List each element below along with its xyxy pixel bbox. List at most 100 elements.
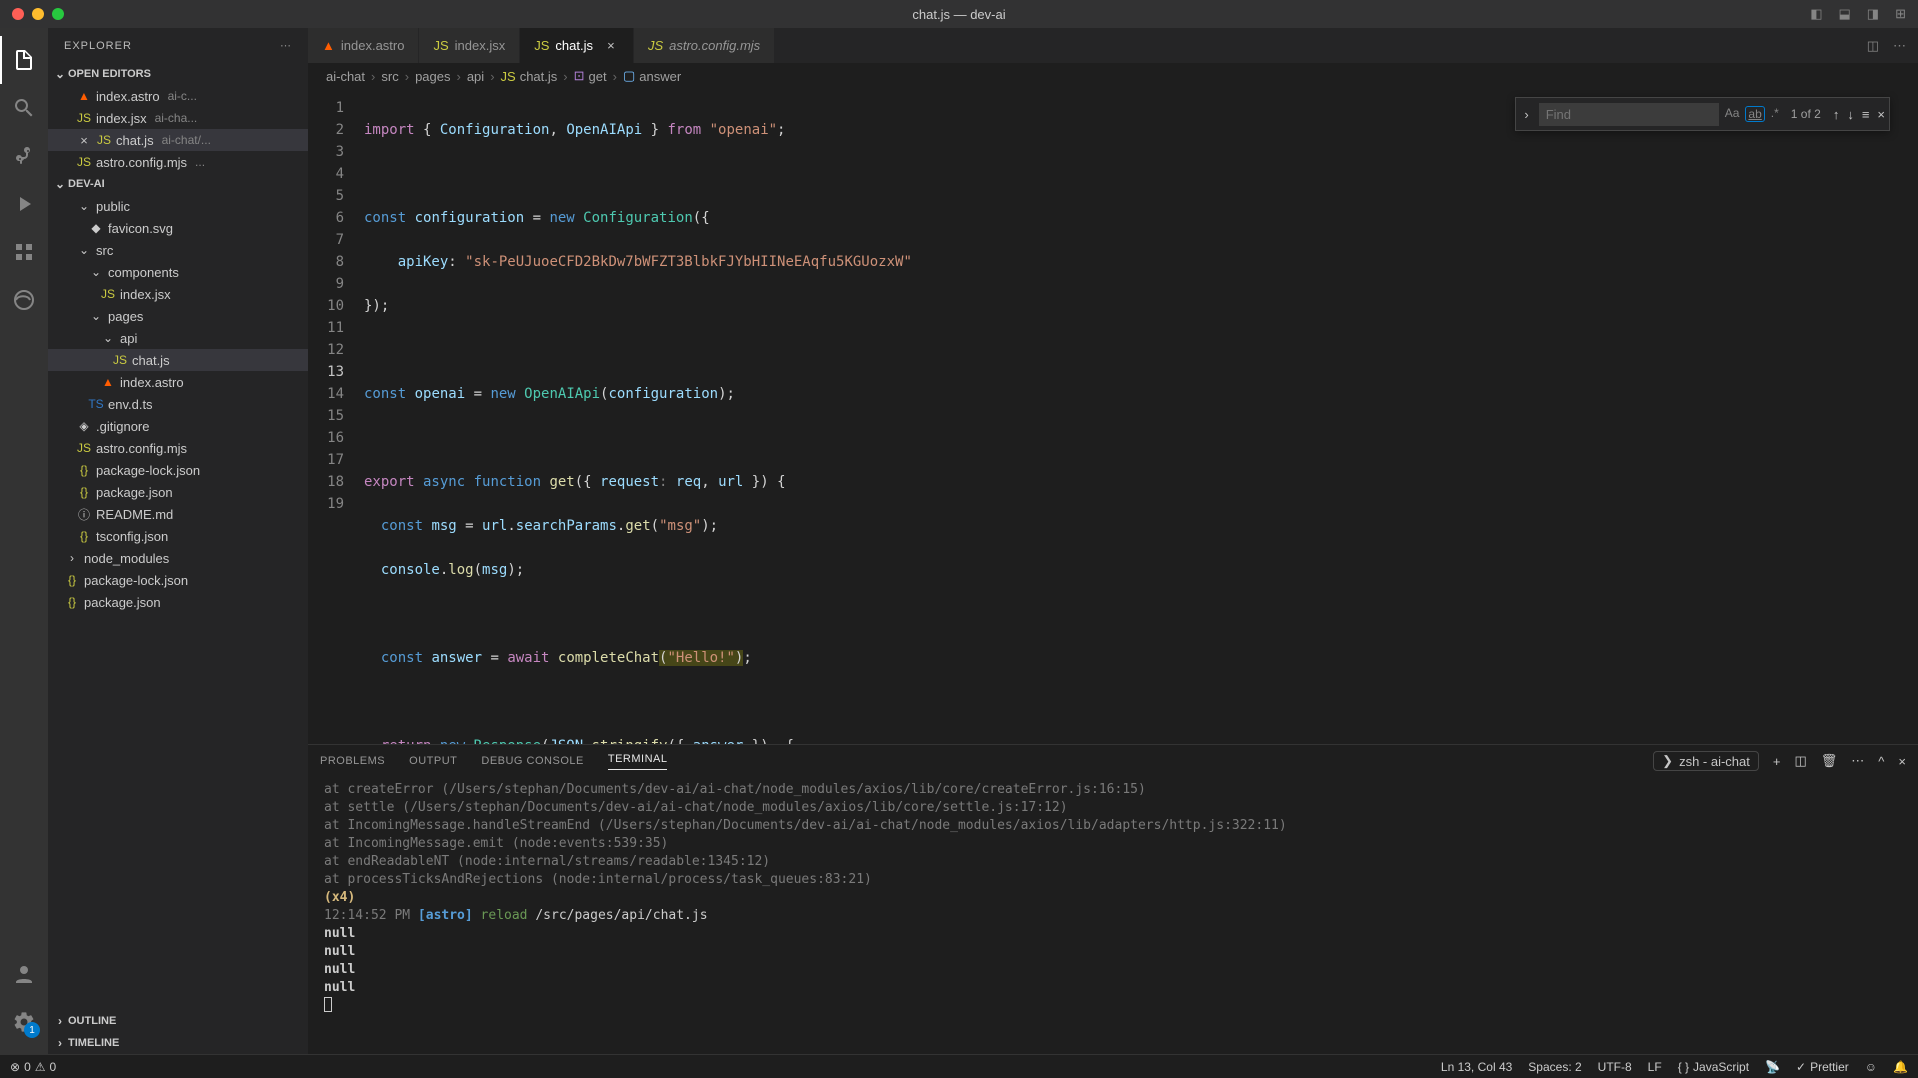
minimize-window-button[interactable] xyxy=(32,8,44,20)
file-item[interactable]: {}package.json xyxy=(48,481,308,503)
code-editor[interactable]: › Aa ab .* 1 of 2 ↑ ↓ ≡ × 123456 xyxy=(308,89,1918,744)
kill-terminal-icon[interactable]: 🗑 xyxy=(1821,753,1838,769)
status-bell[interactable]: 🔔 xyxy=(1893,1060,1908,1074)
maximize-panel-icon[interactable]: ^ xyxy=(1878,754,1884,769)
terminal-tab[interactable]: TERMINAL xyxy=(608,753,668,770)
code-content[interactable]: import { Configuration, OpenAIApi } from… xyxy=(364,89,1918,744)
file-name: favicon.svg xyxy=(108,221,173,236)
chevron-right-icon: › xyxy=(52,1014,68,1028)
close-panel-icon[interactable]: × xyxy=(1898,754,1906,769)
chevron-right-icon: › xyxy=(52,1036,68,1050)
file-item[interactable]: JSastro.config.mjs xyxy=(48,437,308,459)
file-item[interactable]: TSenv.d.ts xyxy=(48,393,308,415)
match-case-icon[interactable]: Aa xyxy=(1725,106,1740,122)
run-debug-activity[interactable] xyxy=(0,180,48,228)
terminal-shell-select[interactable]: ❯ zsh - ai-chat xyxy=(1653,751,1759,771)
info-icon: ⓘ xyxy=(76,506,92,523)
close-window-button[interactable] xyxy=(12,8,24,20)
file-item[interactable]: {}tsconfig.json xyxy=(48,525,308,547)
extensions-activity[interactable] xyxy=(0,228,48,276)
explorer-more-icon[interactable]: ⋯ xyxy=(280,39,292,52)
file-item[interactable]: JSchat.js xyxy=(48,349,308,371)
close-icon[interactable]: × xyxy=(603,38,619,53)
status-prettier[interactable]: ✓ Prettier xyxy=(1796,1060,1849,1074)
file-item[interactable]: {}package.json xyxy=(48,591,308,613)
source-control-activity[interactable] xyxy=(0,132,48,180)
file-name: README.md xyxy=(96,507,173,522)
panel-left-icon[interactable]: ◧ xyxy=(1810,6,1822,22)
problems-tab[interactable]: PROBLEMS xyxy=(320,755,385,767)
variable-icon: ▢ xyxy=(623,68,635,84)
status-language[interactable]: { } JavaScript xyxy=(1678,1060,1749,1074)
find-close-icon[interactable]: × xyxy=(1877,107,1885,122)
tab-index-jsx[interactable]: JS index.jsx xyxy=(419,28,520,63)
file-item[interactable]: ▲index.astro xyxy=(48,371,308,393)
breadcrumb-item[interactable]: api xyxy=(467,69,484,84)
timeline-section[interactable]: › TIMELINE xyxy=(48,1032,308,1054)
more-actions-icon[interactable]: ⋯ xyxy=(1893,38,1906,54)
split-terminal-icon[interactable]: ◫ xyxy=(1794,753,1806,769)
find-prev-icon[interactable]: ↑ xyxy=(1833,107,1840,122)
open-editors-section[interactable]: ⌄ OPEN EDITORS xyxy=(48,63,308,85)
file-item[interactable]: ◆favicon.svg xyxy=(48,217,308,239)
project-section[interactable]: ⌄ DEV-AI xyxy=(48,173,308,195)
edge-activity[interactable] xyxy=(0,276,48,324)
status-spaces[interactable]: Spaces: 2 xyxy=(1528,1060,1581,1074)
status-errors[interactable]: ⊗0 ⚠0 xyxy=(10,1060,56,1074)
file-item[interactable]: JSindex.jsx xyxy=(48,283,308,305)
explorer-activity[interactable] xyxy=(0,36,48,84)
status-encoding[interactable]: UTF-8 xyxy=(1598,1060,1632,1074)
regex-icon[interactable]: .* xyxy=(1771,106,1779,122)
breadcrumb-item[interactable]: ai-chat xyxy=(326,69,365,84)
output-tab[interactable]: OUTPUT xyxy=(409,755,457,767)
find-input[interactable] xyxy=(1539,103,1719,126)
folder-item[interactable]: ⌄pages xyxy=(48,305,308,327)
split-editor-icon[interactable]: ◫ xyxy=(1867,38,1879,54)
debug-console-tab[interactable]: DEBUG CONSOLE xyxy=(481,755,583,767)
maximize-window-button[interactable] xyxy=(52,8,64,20)
find-next-icon[interactable]: ↓ xyxy=(1847,107,1854,122)
layout-icon[interactable]: ⊞ xyxy=(1895,6,1906,22)
search-activity[interactable] xyxy=(0,84,48,132)
status-eol[interactable]: LF xyxy=(1648,1060,1662,1074)
status-go-live[interactable]: 📡 xyxy=(1765,1060,1780,1074)
file-item[interactable]: {}package-lock.json xyxy=(48,569,308,591)
terminal-output[interactable]: at createError (/Users/stephan/Documents… xyxy=(308,777,1918,1054)
file-name: chat.js xyxy=(116,133,154,148)
new-terminal-icon[interactable]: + xyxy=(1773,754,1781,769)
open-editor-item[interactable]: ▲ index.astro ai-c... xyxy=(48,85,308,107)
match-word-icon[interactable]: ab xyxy=(1745,106,1764,122)
file-name: astro.config.mjs xyxy=(96,155,187,170)
folder-item[interactable]: ⌄src xyxy=(48,239,308,261)
breadcrumb-item[interactable]: chat.js xyxy=(520,69,558,84)
breadcrumb-item[interactable]: answer xyxy=(639,69,681,84)
open-editor-item[interactable]: JS index.jsx ai-cha... xyxy=(48,107,308,129)
breadcrumbs[interactable]: ai-chat› src› pages› api› JS chat.js› ⊡ … xyxy=(308,63,1918,89)
breadcrumb-item[interactable]: src xyxy=(381,69,398,84)
find-selection-icon[interactable]: ≡ xyxy=(1862,107,1870,122)
tab-index-astro[interactable]: ▲ index.astro xyxy=(308,28,419,63)
accounts-activity[interactable] xyxy=(0,950,48,998)
status-position[interactable]: Ln 13, Col 43 xyxy=(1441,1060,1512,1074)
settings-activity[interactable]: 1 xyxy=(0,998,48,1046)
breadcrumb-item[interactable]: get xyxy=(589,69,607,84)
folder-item[interactable]: ⌄public xyxy=(48,195,308,217)
breadcrumb-item[interactable]: pages xyxy=(415,69,450,84)
outline-section[interactable]: › OUTLINE xyxy=(48,1010,308,1032)
folder-item[interactable]: ⌄components xyxy=(48,261,308,283)
status-feedback[interactable]: ☺ xyxy=(1865,1060,1877,1074)
panel-right-icon[interactable]: ◨ xyxy=(1867,6,1879,22)
close-icon[interactable]: × xyxy=(76,133,92,148)
file-item[interactable]: {}package-lock.json xyxy=(48,459,308,481)
file-item[interactable]: ◈.gitignore xyxy=(48,415,308,437)
folder-item[interactable]: ⌄api xyxy=(48,327,308,349)
panel-more-icon[interactable]: ⋯ xyxy=(1851,753,1864,769)
folder-item[interactable]: ›node_modules xyxy=(48,547,308,569)
tab-astro-config[interactable]: JS astro.config.mjs xyxy=(634,28,775,63)
find-toggle-replace-icon[interactable]: › xyxy=(1520,107,1532,122)
panel-bottom-icon[interactable]: ⬓ xyxy=(1839,6,1851,22)
open-editor-item[interactable]: JS astro.config.mjs ... xyxy=(48,151,308,173)
open-editor-item[interactable]: × JS chat.js ai-chat/... xyxy=(48,129,308,151)
file-item[interactable]: ⓘ README.md xyxy=(48,503,308,525)
tab-chat-js[interactable]: JS chat.js × xyxy=(520,28,634,63)
